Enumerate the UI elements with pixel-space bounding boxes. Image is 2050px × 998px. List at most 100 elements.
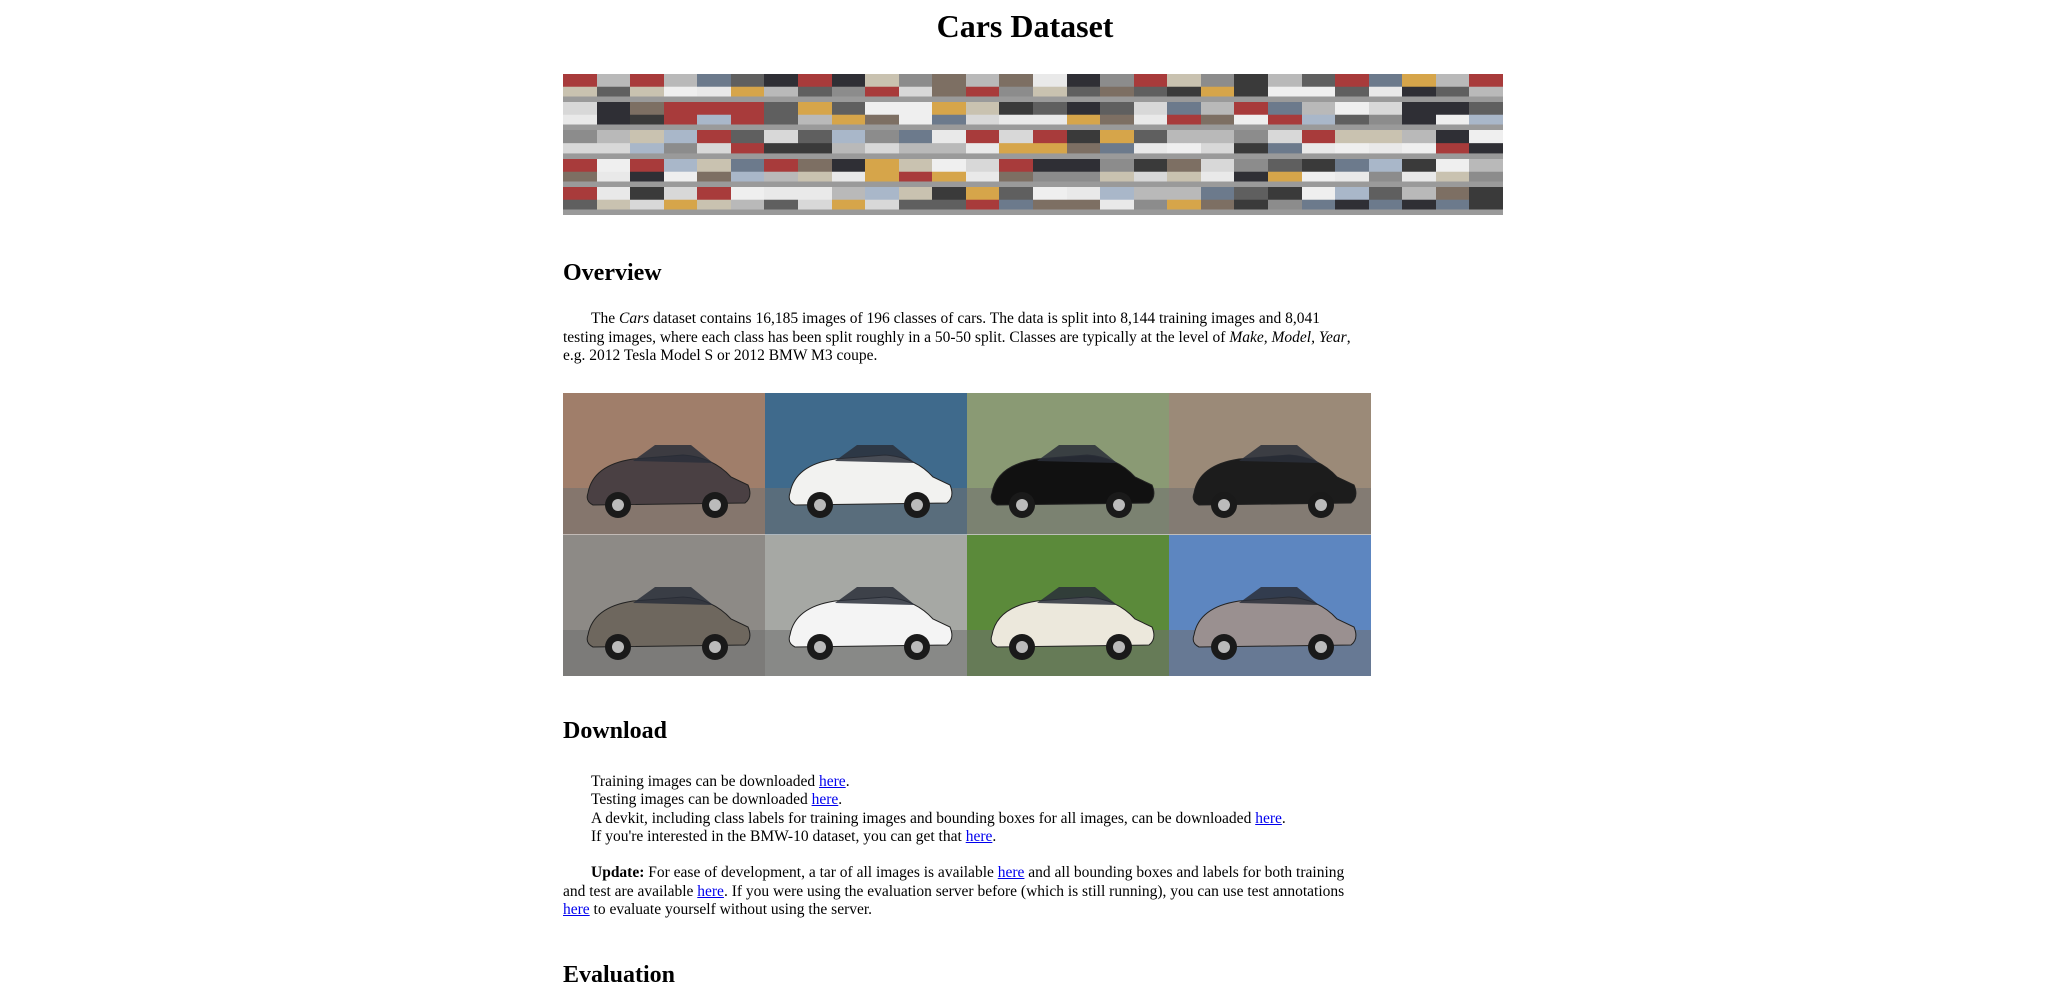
white-convertible-photo bbox=[765, 393, 967, 535]
bounding-boxes-labels-link[interactable]: here bbox=[697, 883, 724, 900]
thumbnail-tile bbox=[1268, 102, 1302, 131]
page: Cars Dataset Overview The Cars dataset c… bbox=[0, 0, 2050, 998]
bmw10-link[interactable]: here bbox=[966, 828, 993, 845]
thumbnail-tile bbox=[1100, 74, 1134, 103]
silver-crossover-photo bbox=[1169, 534, 1371, 676]
thumbnail-tile bbox=[1200, 158, 1235, 187]
thumbnail-tile bbox=[1234, 158, 1268, 187]
thumbnail-tile bbox=[1335, 130, 1369, 159]
thumbnail-tile bbox=[1435, 130, 1470, 159]
evaluation-heading: Evaluation bbox=[563, 962, 676, 988]
thumbnail-tile bbox=[1033, 102, 1067, 131]
all-images-tar-link[interactable]: here bbox=[998, 864, 1025, 881]
thumbnail-tile bbox=[898, 130, 933, 159]
thumbnail-tile bbox=[663, 130, 698, 159]
dataset-name: Cars bbox=[618, 310, 650, 327]
thumbnail-tile bbox=[831, 186, 866, 215]
thumbnail-tile bbox=[663, 102, 698, 131]
devkit-link[interactable]: here bbox=[1255, 810, 1282, 827]
thumbnail-tile bbox=[1234, 74, 1268, 103]
thumbnail-tile bbox=[798, 158, 832, 187]
thumbnail-tile bbox=[697, 158, 731, 187]
thumbnail-tile bbox=[965, 74, 1000, 103]
thumbnail-tile bbox=[1268, 186, 1302, 215]
thumbnail-tile bbox=[1368, 158, 1403, 187]
thumbnail-tile bbox=[1133, 130, 1168, 159]
thumbnail-tile bbox=[596, 130, 631, 159]
update-label: Update: bbox=[591, 864, 645, 881]
thumbnail-tile bbox=[1268, 74, 1302, 103]
thumbnail-tile bbox=[1268, 130, 1302, 159]
thumbnail-tile bbox=[1167, 158, 1201, 187]
thumbnail-tile bbox=[1469, 102, 1503, 131]
thumbnail-tile bbox=[1033, 186, 1067, 215]
thumbnail-tile bbox=[898, 74, 933, 103]
thumbnail-tile bbox=[697, 102, 731, 131]
thumbnail-tile bbox=[630, 130, 664, 159]
thumbnail-tile bbox=[898, 158, 933, 187]
thumbnail-tile bbox=[596, 158, 631, 187]
thumbnail-tile bbox=[831, 158, 866, 187]
thumbnail-tile bbox=[898, 102, 933, 131]
thumbnail-tile bbox=[932, 102, 966, 131]
thumbnail-tile bbox=[1066, 130, 1101, 159]
thumbnail-tile bbox=[697, 74, 731, 103]
thumbnail-tile bbox=[764, 186, 798, 215]
thumbnail-tile bbox=[1368, 186, 1403, 215]
black-sedan-photo bbox=[967, 393, 1169, 535]
download-line-training: Training images can be downloaded here. bbox=[591, 773, 850, 790]
thumbnail-tile bbox=[1368, 74, 1403, 103]
thumbnail-tile bbox=[932, 186, 966, 215]
thumbnail-tile bbox=[865, 186, 899, 215]
thumbnail-tile bbox=[1066, 74, 1101, 103]
thumbnail-tile bbox=[1335, 74, 1369, 103]
thumbnail-tile bbox=[798, 74, 832, 103]
overview-paragraph: The Cars dataset contains 16,185 images … bbox=[563, 310, 1353, 366]
thumbnail-tile bbox=[596, 186, 631, 215]
training-images-link[interactable]: here bbox=[819, 773, 846, 790]
thumbnail-tile bbox=[1402, 130, 1436, 159]
thumbnail-tile bbox=[1234, 102, 1268, 131]
download-list: Training images can be downloaded here. … bbox=[563, 773, 1286, 846]
white-coupe-photo bbox=[967, 534, 1169, 676]
thumbnail-tile bbox=[1200, 130, 1235, 159]
thumbnail-tile bbox=[1033, 158, 1067, 187]
update-paragraph: Update: For ease of development, a tar o… bbox=[563, 864, 1345, 918]
thumbnail-tile bbox=[1335, 102, 1369, 131]
thumbnail-tile bbox=[1402, 102, 1436, 131]
thumbnail-tile bbox=[865, 158, 899, 187]
thumbnail-tile bbox=[965, 130, 1000, 159]
thumbnail-tile bbox=[1033, 74, 1067, 103]
thumbnail-tile bbox=[730, 74, 765, 103]
thumbnail-tile bbox=[596, 102, 631, 131]
test-annotations-link[interactable]: here bbox=[563, 901, 590, 918]
thumbnail-tile bbox=[563, 186, 597, 215]
thumbnail-tile bbox=[1066, 186, 1101, 215]
thumbnail-tile bbox=[831, 102, 866, 131]
thumbnail-tile bbox=[1301, 74, 1336, 103]
thumbnail-tile bbox=[1133, 102, 1168, 131]
thumbnail-tile bbox=[1133, 186, 1168, 215]
thumbnail-tile bbox=[630, 74, 664, 103]
thumbnail-tile bbox=[697, 130, 731, 159]
download-line-testing: Testing images can be downloaded here. bbox=[591, 791, 843, 809]
thumbnail-tile bbox=[730, 158, 765, 187]
thumbnail-tile bbox=[1402, 158, 1436, 187]
thumbnail-tile bbox=[865, 102, 899, 131]
thumbnail-tile bbox=[1066, 102, 1101, 131]
page-title: Cars Dataset bbox=[936, 8, 1114, 44]
thumbnail-tile bbox=[1033, 130, 1067, 159]
thumbnail-tile bbox=[563, 158, 597, 187]
testing-images-link[interactable]: here bbox=[812, 791, 839, 808]
black-sports-car-photo bbox=[1169, 393, 1371, 535]
thumbnail-tile bbox=[965, 158, 1000, 187]
gray-suv-photo bbox=[563, 534, 765, 676]
white-compact-photo bbox=[765, 534, 967, 676]
thumbnail-tile bbox=[764, 130, 798, 159]
thumbnail-tile bbox=[999, 130, 1033, 159]
thumbnail-tile bbox=[1469, 186, 1503, 215]
thumbnail-tile bbox=[999, 158, 1033, 187]
thumbnail-tile bbox=[831, 130, 866, 159]
thumbnail-tile bbox=[999, 74, 1033, 103]
thumbnail-tile bbox=[932, 158, 966, 187]
